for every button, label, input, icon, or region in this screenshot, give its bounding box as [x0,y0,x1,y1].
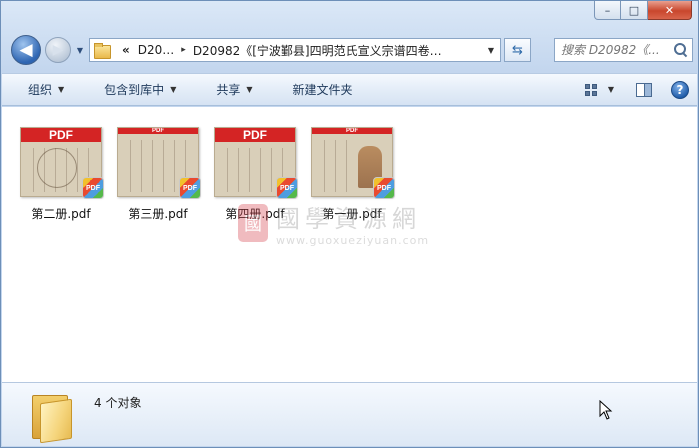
share-label: 共享 [216,83,241,97]
mouse-cursor-icon [599,400,613,420]
recent-pages-dropdown[interactable]: ▼ [74,43,86,57]
pdf-app-icon: PDF [373,177,395,199]
breadcrumb-separator-icon[interactable]: ▸ [181,45,186,55]
organize-label: 组织 [28,83,53,97]
caption-buttons: – □ ✕ [594,1,692,20]
maximize-button[interactable]: □ [621,1,648,20]
pdf-thumbnail: PDF PDF [311,127,395,199]
help-button[interactable]: ? [671,80,689,99]
address-bar[interactable]: « D20… ▸ D20982《[宁波鄞县]四明范氏宣义宗谱四卷… ▼ [89,38,501,62]
watermark-seal-logo: 國 [238,204,268,242]
file-name[interactable]: 第三册.pdf [113,205,203,222]
new-folder-button[interactable]: 新建文件夹 [267,74,367,105]
pdf-thumbnail: PDF PDF [20,127,104,199]
pdf-thumbnail: PDF PDF [214,127,298,199]
address-dropdown-button[interactable]: ▼ [482,39,500,61]
file-name[interactable]: 第二册.pdf [16,205,106,222]
new-folder-label: 新建文件夹 [292,83,353,97]
pdf-band-label: PDF [118,128,198,134]
watermark: 國 國學資源網 www.guoxueziyuan.com [238,199,429,247]
preview-pane-button[interactable] [631,80,657,100]
refresh-button[interactable]: ⇆ [504,38,531,62]
forward-button[interactable]: ▶ [45,37,71,63]
item-count-text: 4 个对象 [94,396,142,410]
pdf-band-label: PDF [21,128,101,142]
pdf-band-label: PDF [215,128,295,142]
search-box[interactable] [554,38,693,62]
folder-icon [30,391,74,444]
forward-arrow-icon: ▶ [52,42,64,58]
pdf-app-icon: PDF [179,177,201,199]
chevron-down-icon: ▼ [58,85,65,94]
pdf-band-label: PDF [312,128,392,134]
change-view-button[interactable] [579,80,603,100]
chevron-down-icon: ▼ [246,85,253,94]
search-input[interactable] [561,43,673,57]
back-arrow-icon: ◀ [19,40,33,60]
view-controls: ▼ ? [579,80,697,100]
breadcrumb-overflow-button[interactable]: « [122,43,130,57]
explorer-window: – □ ✕ ◀ ▶ ▼ « D20… ▸ D20982《[宁波鄞县]四明范氏宣义… [0,0,699,448]
minimize-button[interactable]: – [594,1,621,20]
file-list-area[interactable]: PDF PDF 第二册.pdf PDF PDF 第三册.pdf PDF PDF … [2,107,697,382]
details-pane: 4 个对象 [2,382,697,446]
page-text-lines [318,140,354,192]
navigation-bar: ◀ ▶ ▼ « D20… ▸ D20982《[宁波鄞县]四明范氏宣义宗谱四卷… … [9,35,693,65]
breadcrumb-item-current[interactable]: D20982《[宁波鄞县]四明范氏宣义宗谱四卷… [193,42,442,59]
watermark-title: 國學資源網 [276,205,421,233]
share-menu-button[interactable]: 共享 ▼ [190,74,266,105]
watermark-url: www.guoxueziyuan.com [276,234,430,247]
folder-icon [94,43,112,59]
breadcrumb-item-parent[interactable]: D20… [138,43,175,57]
include-in-library-label: 包含到库中 [104,83,165,97]
pdf-thumbnail: PDF PDF [117,127,201,199]
back-button[interactable]: ◀ [11,35,41,65]
watermark-text: 國學資源網 www.guoxueziyuan.com [276,199,429,247]
search-icon[interactable] [674,43,688,57]
view-options-dropdown[interactable]: ▼ [603,85,619,94]
include-in-library-button[interactable]: 包含到库中 ▼ [78,74,190,105]
help-icon: ? [676,82,684,97]
command-bar: 组织 ▼ 包含到库中 ▼ 共享 ▼ 新建文件夹 ▼ ? [2,73,697,106]
large-icons-view-icon [585,83,597,96]
organize-menu-button[interactable]: 组织 ▼ [2,74,78,105]
chevron-down-icon: ▼ [170,85,177,94]
file-item[interactable]: PDF PDF 第三册.pdf [113,127,203,222]
file-item[interactable]: PDF PDF 第二册.pdf [16,127,106,222]
preview-pane-icon [636,82,652,97]
pdf-app-icon: PDF [82,177,104,199]
pdf-app-icon: PDF [276,177,298,199]
refresh-icon: ⇆ [512,42,523,58]
close-button[interactable]: ✕ [648,1,692,20]
